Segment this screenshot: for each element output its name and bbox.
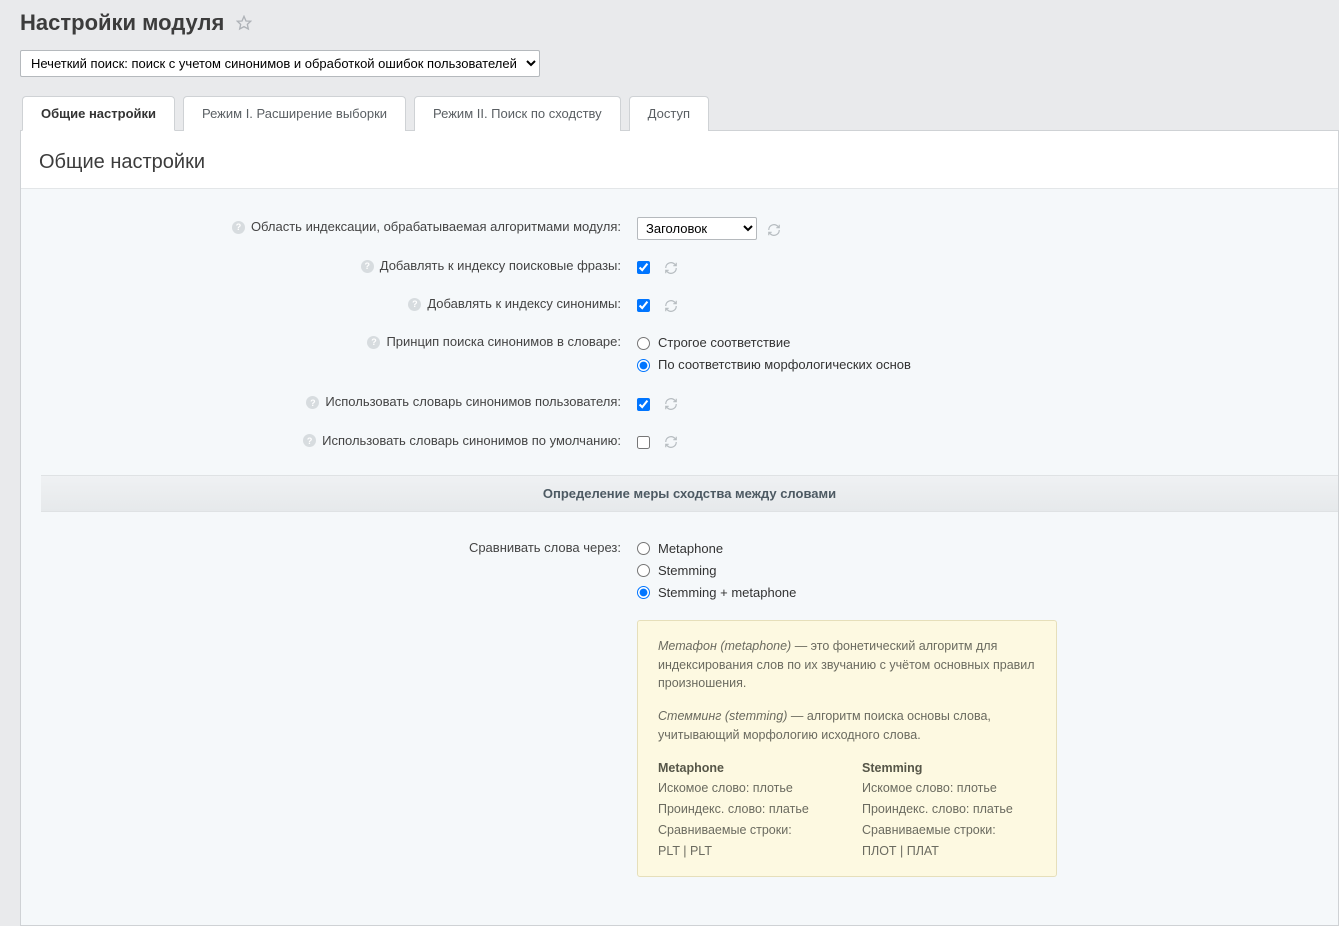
add-synonyms-label: Добавлять к индексу синонимы: bbox=[427, 294, 621, 315]
synonym-principle-label: Принцип поиска синонимов в словаре: bbox=[386, 332, 621, 353]
refresh-icon[interactable] bbox=[664, 261, 678, 275]
index-scope-label: Область индексации, обрабатываемая алгор… bbox=[251, 217, 621, 238]
help-icon[interactable]: ? bbox=[408, 298, 421, 311]
module-select[interactable]: Нечеткий поиск: поиск с учетом синонимов… bbox=[20, 50, 540, 77]
refresh-icon[interactable] bbox=[767, 223, 781, 237]
help-icon[interactable]: ? bbox=[303, 434, 316, 447]
refresh-icon[interactable] bbox=[664, 299, 678, 313]
note-col-metaphone: Metaphone Искомое слово: плотье Проиндек… bbox=[658, 759, 832, 861]
panel-title: Общие настройки bbox=[21, 151, 1338, 188]
synonym-strict-radio-label: Строгое соответствие bbox=[658, 332, 790, 354]
section-header-similarity: Определение меры сходства между словами bbox=[41, 475, 1338, 512]
help-icon[interactable]: ? bbox=[367, 336, 380, 349]
use-default-dict-label: Использовать словарь синонимов по умолча… bbox=[322, 431, 621, 452]
compare-label: Сравнивать слова через: bbox=[469, 538, 621, 559]
synonym-morph-radio-label: По соответствию морфологических основ bbox=[658, 354, 911, 376]
use-user-dict-label: Использовать словарь синонимов пользоват… bbox=[325, 392, 621, 413]
tab-general[interactable]: Общие настройки bbox=[22, 96, 175, 131]
compare-metaphone-radio[interactable] bbox=[637, 542, 650, 555]
compare-metaphone-radio-label: Metaphone bbox=[658, 538, 723, 560]
page-title: Настройки модуля bbox=[20, 10, 224, 36]
help-icon[interactable]: ? bbox=[306, 396, 319, 409]
refresh-icon[interactable] bbox=[664, 435, 678, 449]
tab-mode-2[interactable]: Режим II. Поиск по сходству bbox=[414, 96, 621, 131]
use-default-dict-checkbox[interactable] bbox=[637, 436, 650, 449]
note-col-stemming: Stemming Искомое слово: плотье Проиндекс… bbox=[862, 759, 1036, 861]
note-metaphone-em: Метафон (metaphone) bbox=[658, 639, 791, 653]
compare-stemming-radio[interactable] bbox=[637, 564, 650, 577]
refresh-icon[interactable] bbox=[664, 397, 678, 411]
tab-access[interactable]: Доступ bbox=[629, 96, 709, 131]
help-icon[interactable]: ? bbox=[361, 260, 374, 273]
synonym-strict-radio[interactable] bbox=[637, 337, 650, 350]
add-search-phrases-label: Добавлять к индексу поисковые фразы: bbox=[380, 256, 621, 277]
compare-stemming-radio-label: Stemming bbox=[658, 560, 717, 582]
note-stemming-em: Стемминг (stemming) bbox=[658, 709, 787, 723]
index-scope-select[interactable]: Заголовок bbox=[637, 217, 757, 240]
algorithm-note: Метафон (metaphone) — это фонетический а… bbox=[637, 620, 1057, 878]
use-user-dict-checkbox[interactable] bbox=[637, 398, 650, 411]
add-search-phrases-checkbox[interactable] bbox=[637, 261, 650, 274]
help-icon[interactable]: ? bbox=[232, 221, 245, 234]
tabs: Общие настройки Режим I. Расширение выбо… bbox=[20, 95, 1339, 131]
add-synonyms-checkbox[interactable] bbox=[637, 299, 650, 312]
favorite-star-icon[interactable] bbox=[236, 15, 252, 31]
synonym-morph-radio[interactable] bbox=[637, 359, 650, 372]
compare-both-radio-label: Stemming + metaphone bbox=[658, 582, 796, 604]
tab-mode-1[interactable]: Режим I. Расширение выборки bbox=[183, 96, 406, 131]
compare-both-radio[interactable] bbox=[637, 586, 650, 599]
